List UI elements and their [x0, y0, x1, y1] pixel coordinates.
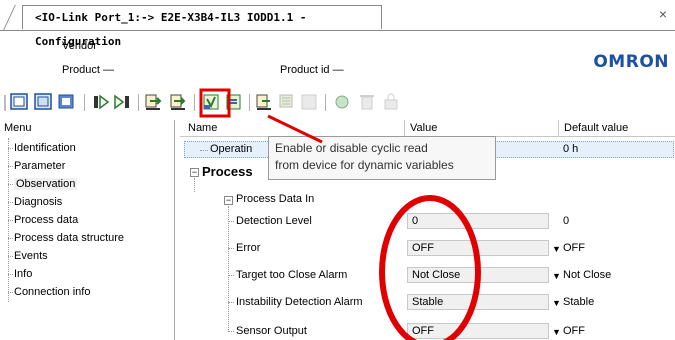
detection-level-name: Detection Level [236, 215, 312, 227]
sensor-output-select[interactable]: OFF [407, 323, 549, 339]
download-to-device-icon [170, 94, 186, 110]
view-full-icon [10, 93, 28, 110]
configuration-tab[interactable]: <IO-Link Port_1:-> E2E-X3B4-IL3 IODD1.1 … [22, 5, 382, 48]
tree-connector [8, 292, 13, 293]
tree-line [194, 178, 195, 192]
store-icon [279, 94, 293, 108]
operating-default: 0 h [563, 143, 579, 155]
tree-connector [8, 238, 13, 239]
tree-connector [200, 150, 208, 151]
error-select[interactable]: OFF [407, 240, 549, 256]
disabled-icon-1 [301, 94, 317, 110]
omron-logo: OMRON [593, 52, 669, 72]
collapse-process-data-in-icon[interactable]: − [224, 196, 233, 205]
tree-connector [228, 248, 234, 249]
instability-default: Stable [563, 296, 595, 308]
chevron-down-icon[interactable]: ▼ [552, 244, 561, 254]
product-id-label: Product id — [280, 64, 344, 76]
chevron-down-icon[interactable]: ▼ [552, 298, 561, 308]
process-data-in-label: Process Data In [236, 193, 315, 205]
collapse-process-icon[interactable]: − [190, 168, 199, 177]
chevron-down-icon[interactable]: ▼ [552, 327, 561, 337]
menu-panel: Menu Identification Parameter Observatio… [0, 120, 175, 340]
menu-item-observation[interactable]: Observation [14, 178, 78, 190]
tree-connector [228, 221, 234, 222]
tree-connector [228, 331, 234, 332]
lock-icon [384, 93, 398, 110]
error-default: OFF [563, 242, 585, 254]
tree-connector [228, 302, 234, 303]
menu-item-process-data-structure[interactable]: Process data structure [14, 232, 124, 244]
error-name: Error [236, 242, 261, 254]
menu-item-connection-info[interactable]: Connection info [14, 286, 90, 298]
column-separator [404, 120, 405, 136]
tree-connector [8, 256, 13, 257]
menu-item-diagnosis[interactable]: Diagnosis [14, 196, 62, 208]
target-close-name: Target too Close Alarm [236, 269, 348, 281]
vendor-label: Vendor [62, 40, 97, 52]
cyclic-read-icon [203, 94, 219, 110]
toolbar-grip-icon [4, 95, 6, 111]
menu-item-events[interactable]: Events [14, 250, 48, 262]
instability-name: Instability Detection Alarm [236, 296, 363, 308]
close-icon[interactable]: × [659, 6, 667, 22]
compare-icon [256, 94, 271, 110]
tree-line [228, 206, 229, 332]
tree-connector [228, 275, 234, 276]
menu-title: Menu [4, 122, 32, 134]
chevron-down-icon[interactable]: ▼ [552, 271, 561, 281]
menu-item-identification[interactable]: Identification [14, 142, 76, 154]
target-close-default: Not Close [563, 269, 612, 281]
toolbar [0, 87, 675, 119]
process-group-label: Process [202, 164, 253, 179]
menu-item-info[interactable]: Info [14, 268, 32, 280]
go-online-icon [94, 94, 110, 110]
menu-item-parameter[interactable]: Parameter [14, 160, 65, 172]
tree-connector [8, 184, 13, 185]
tree-connector [8, 166, 13, 167]
column-header-value[interactable]: Value [410, 122, 437, 134]
instability-select[interactable]: Stable [407, 294, 549, 310]
tree-connector [8, 148, 13, 149]
tree-connector [8, 220, 13, 221]
product-label: Product — [62, 64, 114, 76]
sensor-output-name: Sensor Output [236, 325, 307, 337]
menu-item-process-data[interactable]: Process data [14, 214, 78, 226]
column-separator [558, 120, 559, 136]
sensor-output-default: OFF [563, 325, 585, 337]
operating-name: Operatin [210, 143, 253, 155]
column-header-default[interactable]: Default value [564, 122, 628, 134]
tree-connector [8, 202, 13, 203]
tooltip-line-1: Enable or disable cyclic read [275, 141, 428, 155]
target-close-select[interactable]: Not Close [407, 267, 549, 283]
tooltip-line-2: from device for dynamic variables [275, 158, 454, 172]
tab-bar: <IO-Link Port_1:-> E2E-X3B4-IL3 IODD1.1 … [0, 0, 675, 48]
view-split-icon [34, 93, 52, 110]
column-header-name[interactable]: Name [188, 122, 217, 134]
refresh-icon [335, 95, 349, 109]
detection-level-value[interactable]: 0 [407, 213, 549, 229]
detection-level-default: 0 [563, 215, 570, 227]
go-offline-icon [114, 94, 129, 110]
view-single-icon [58, 94, 74, 109]
trash-icon [360, 95, 374, 110]
tree-connector [8, 274, 13, 275]
cyclic-read-tooltip: Enable or disable cyclic read from devic… [268, 136, 496, 180]
upload-from-device-icon [145, 94, 162, 110]
